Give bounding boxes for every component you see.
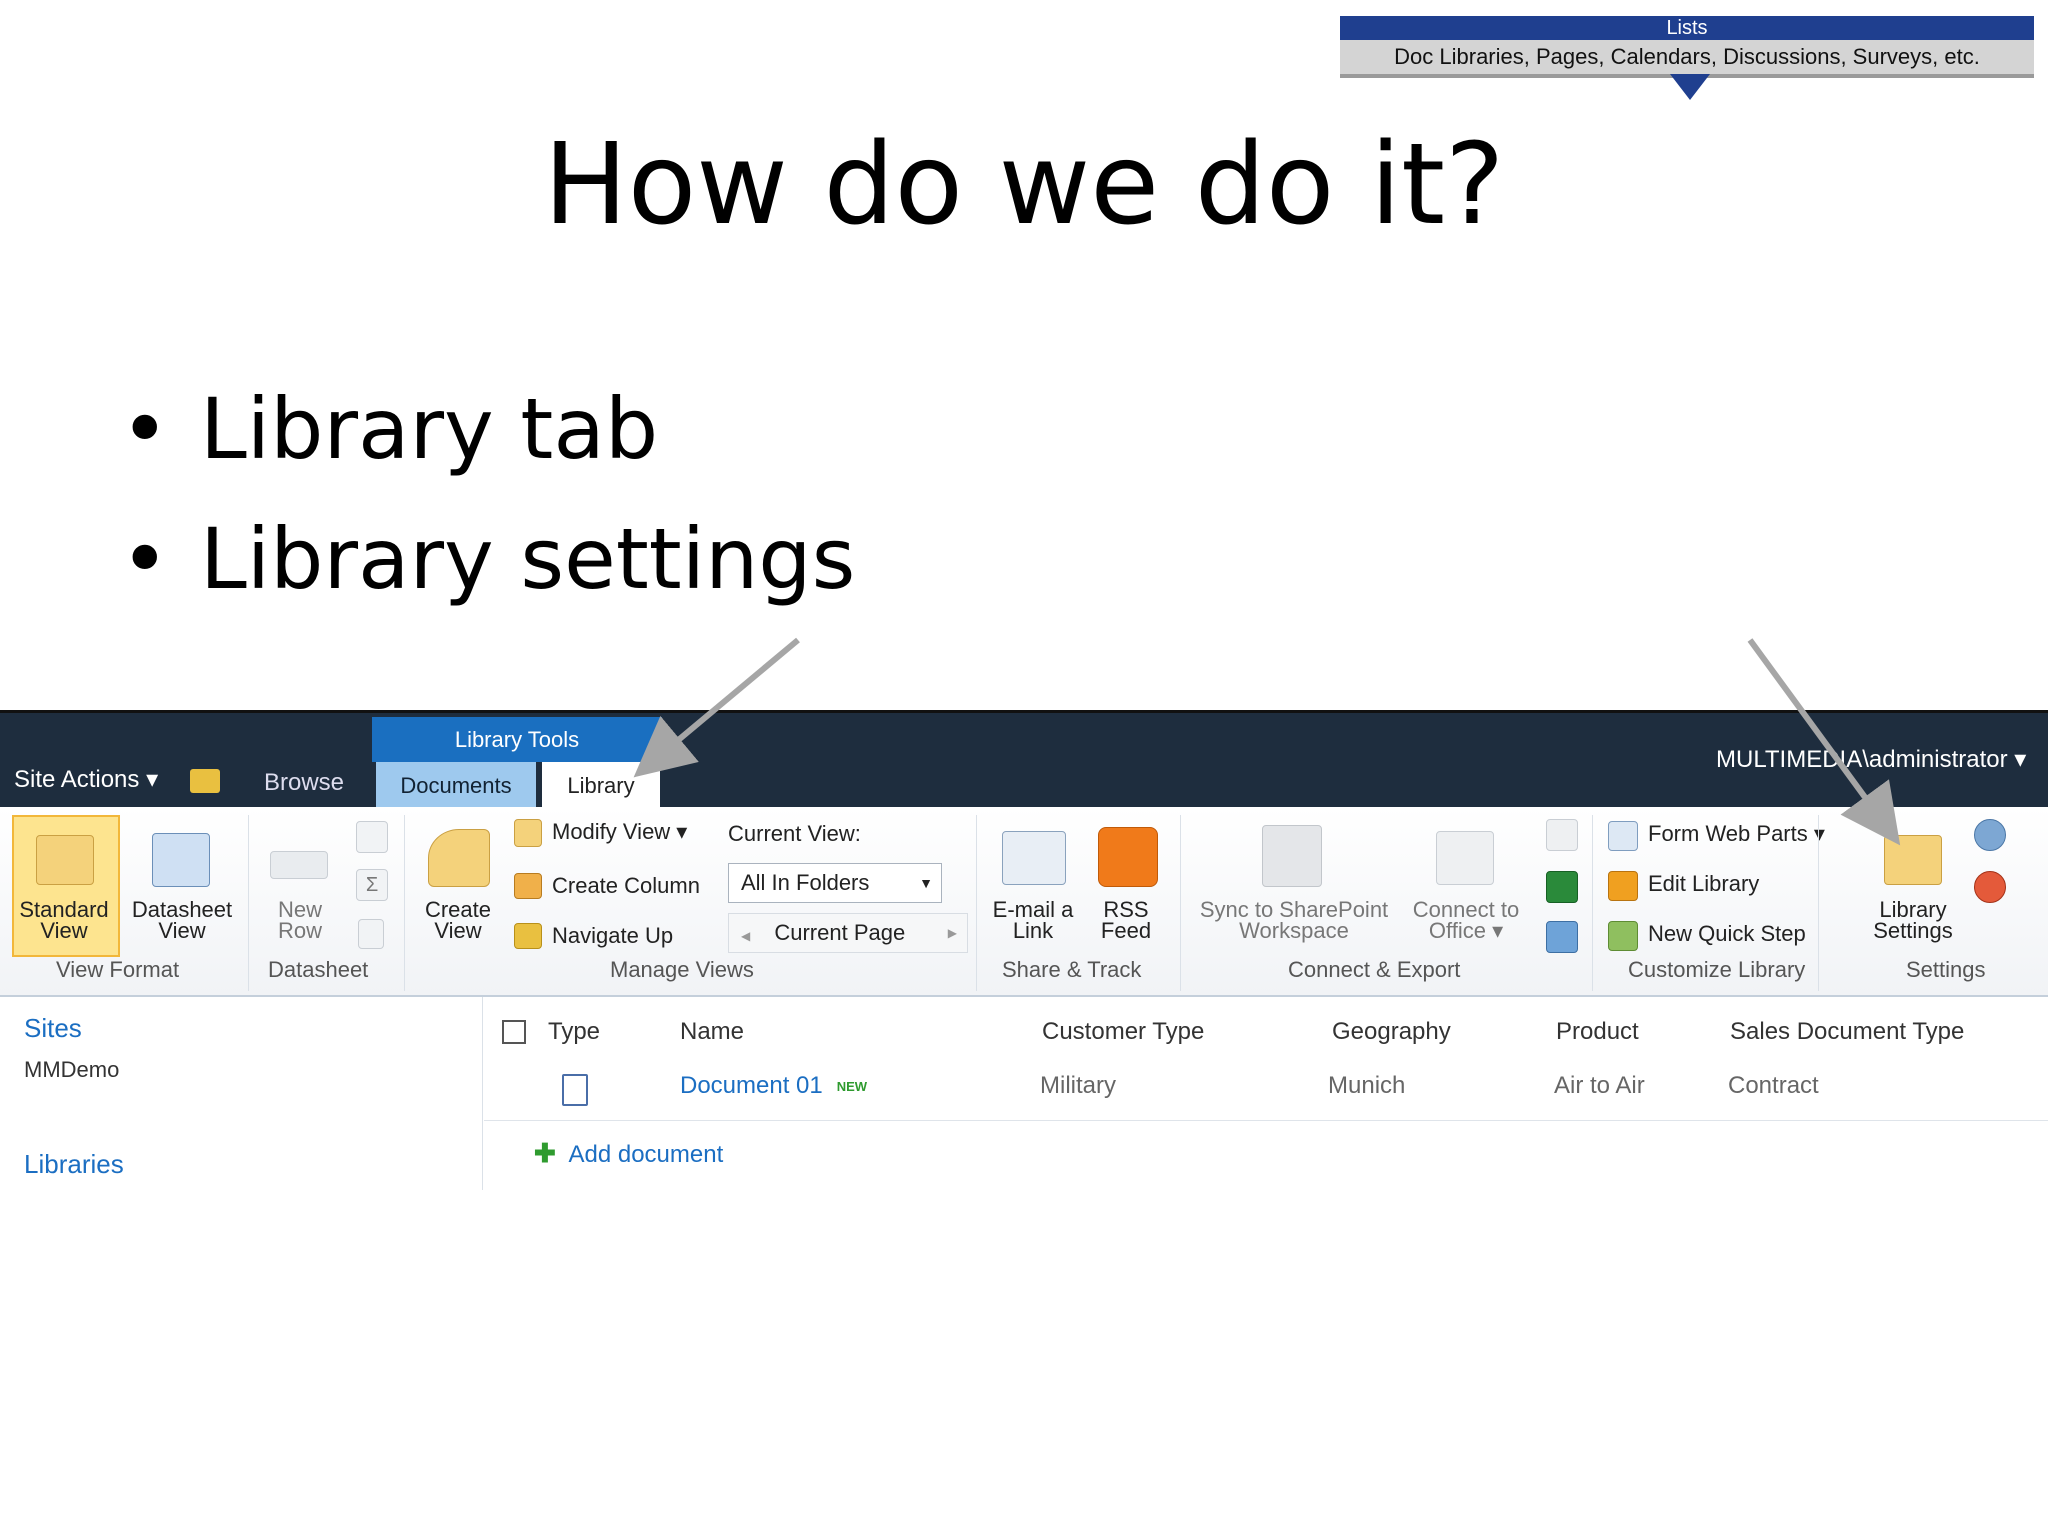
arrow-to-library-tab	[633, 637, 800, 778]
annotation-arrows	[633, 637, 1901, 846]
arrow-to-library-settings	[1747, 638, 1901, 846]
